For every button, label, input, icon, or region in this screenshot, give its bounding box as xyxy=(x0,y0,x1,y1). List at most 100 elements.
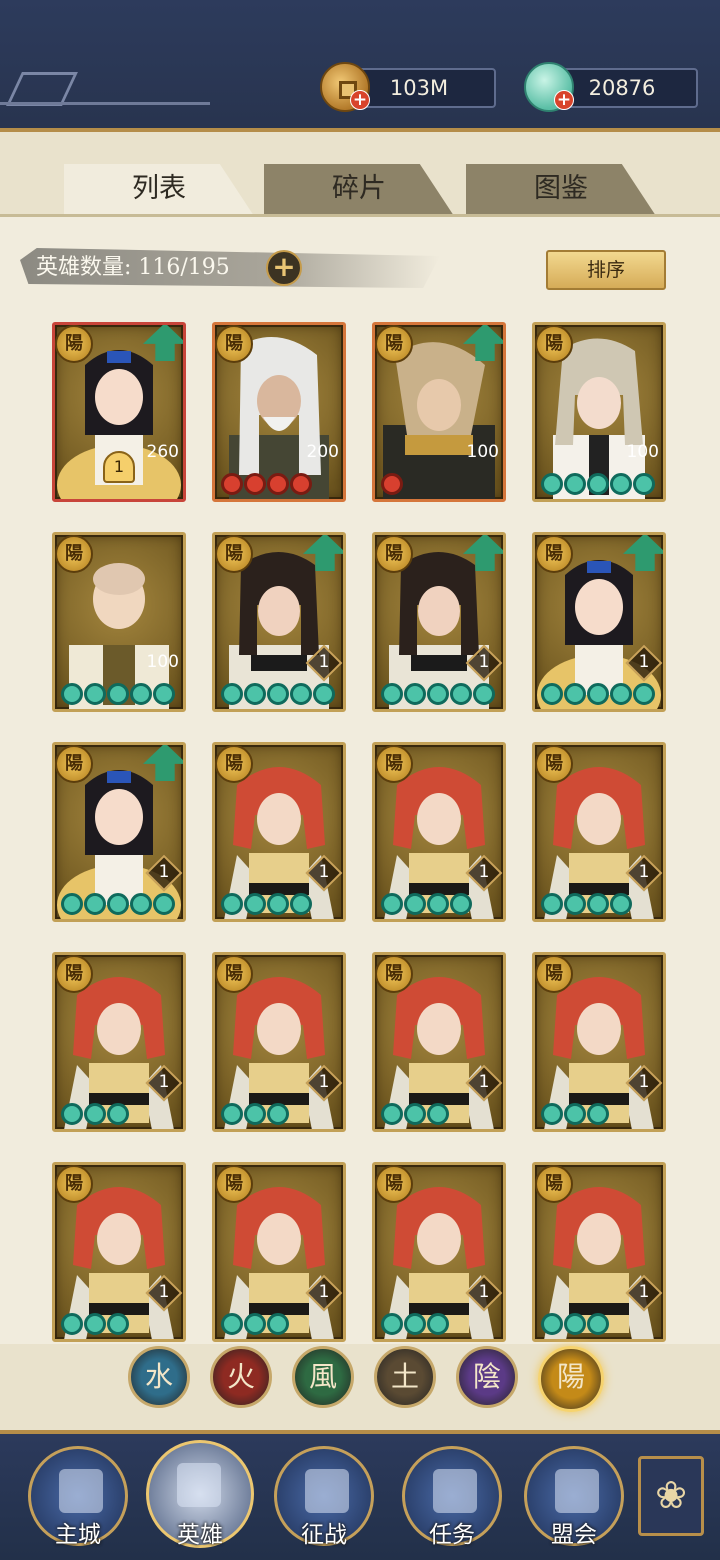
star-icon xyxy=(290,683,312,705)
star-icon xyxy=(427,1103,449,1125)
hero-level: 1 xyxy=(629,857,659,887)
hero-card[interactable]: 陽1 xyxy=(52,952,186,1132)
tab-list[interactable]: 列表 xyxy=(64,164,254,216)
yang-filter-icon[interactable]: 陽 xyxy=(538,1346,604,1412)
hero-card[interactable]: 陽 200 xyxy=(212,322,346,502)
star-icon xyxy=(427,1313,449,1335)
tab-codex[interactable]: 图鉴 xyxy=(466,164,656,216)
star-icon xyxy=(221,473,243,495)
decorative-pattern xyxy=(6,72,78,106)
star-rating xyxy=(221,683,335,705)
star-rating xyxy=(381,893,472,915)
hero-card[interactable]: 陽1 xyxy=(212,952,346,1132)
star-icon xyxy=(130,683,152,705)
fire-filter-icon[interactable]: 火 xyxy=(210,1346,272,1408)
yang-faction-icon: 陽 xyxy=(215,955,253,993)
nav-heroes-label: 英雄 xyxy=(177,1522,223,1548)
hero-card[interactable]: 陽 100 xyxy=(372,322,506,502)
hero-level: 1 xyxy=(309,857,339,887)
nav-quests-label: 任务 xyxy=(429,1522,475,1548)
flower-menu-icon[interactable]: ❀ xyxy=(638,1456,704,1536)
star-icon xyxy=(450,893,472,915)
star-icon xyxy=(404,1103,426,1125)
star-icon xyxy=(290,893,312,915)
star-icon xyxy=(541,1103,563,1125)
hero-card[interactable]: 陽1 xyxy=(52,742,186,922)
star-icon xyxy=(381,893,403,915)
hero-level: 1 xyxy=(629,1277,659,1307)
star-rating xyxy=(381,683,495,705)
yang-faction-icon: 陽 xyxy=(215,325,253,363)
alliance-icon xyxy=(555,1469,599,1513)
element-filter-bar: 水火風土陰陽 xyxy=(128,1346,608,1412)
star-icon xyxy=(473,683,495,705)
star-rating xyxy=(541,1103,609,1125)
star-icon xyxy=(267,893,289,915)
hero-level: 1 xyxy=(309,647,339,677)
hero-card[interactable]: 陽1 xyxy=(52,1162,186,1342)
heroes-icon xyxy=(177,1463,221,1507)
tab-fragments[interactable]: 碎片 xyxy=(264,164,454,216)
tab-codex-label: 图鉴 xyxy=(534,173,588,204)
yin-filter-icon[interactable]: 陰 xyxy=(456,1346,518,1408)
expand-capacity-button[interactable]: + xyxy=(266,250,302,286)
star-icon xyxy=(541,473,563,495)
hero-card[interactable]: 陽1 xyxy=(212,532,346,712)
yang-faction-icon: 陽 xyxy=(535,955,573,993)
hero-card[interactable]: 陽1 xyxy=(212,742,346,922)
star-icon xyxy=(267,683,289,705)
star-icon xyxy=(221,683,243,705)
nav-city-label: 主城 xyxy=(55,1522,101,1548)
hero-card[interactable]: 陽1 xyxy=(532,1162,666,1342)
star-icon xyxy=(244,473,266,495)
hero-card[interactable]: 陽1 xyxy=(372,1162,506,1342)
yang-faction-icon: 陽 xyxy=(535,745,573,783)
hero-level: 1 xyxy=(469,857,499,887)
hero-card[interactable]: 陽1 xyxy=(372,742,506,922)
star-rating xyxy=(61,893,175,915)
star-icon xyxy=(84,893,106,915)
hero-level: 100 xyxy=(146,652,179,672)
star-icon xyxy=(244,1313,266,1335)
hero-card[interactable]: 陽 100 xyxy=(52,532,186,712)
star-icon xyxy=(267,1103,289,1125)
star-rating xyxy=(541,473,655,495)
star-icon xyxy=(290,473,312,495)
add-jade-button[interactable]: + xyxy=(554,90,574,110)
coins-value: 103M xyxy=(389,76,449,100)
hero-level: 1 xyxy=(309,1277,339,1307)
star-icon xyxy=(61,683,83,705)
hero-card[interactable]: 陽 100 xyxy=(532,322,666,502)
star-icon xyxy=(541,683,563,705)
divider xyxy=(0,102,210,105)
yang-faction-icon: 陽 xyxy=(535,325,573,363)
hero-card[interactable]: 陽1 xyxy=(532,742,666,922)
wind-filter-icon[interactable]: 風 xyxy=(292,1346,354,1408)
sort-button[interactable]: 排序 xyxy=(546,250,666,290)
earth-filter-icon[interactable]: 土 xyxy=(374,1346,436,1408)
water-filter-icon[interactable]: 水 xyxy=(128,1346,190,1408)
yang-faction-icon: 陽 xyxy=(55,955,93,993)
hero-card[interactable]: 陽1 xyxy=(532,952,666,1132)
hero-card[interactable]: 陽1 xyxy=(372,952,506,1132)
yang-faction-icon: 陽 xyxy=(55,745,93,783)
star-icon xyxy=(84,683,106,705)
star-rating xyxy=(61,1103,129,1125)
hero-card[interactable]: 陽1 xyxy=(532,532,666,712)
rank-badge: 1 xyxy=(103,451,135,483)
star-icon xyxy=(381,473,403,495)
add-coins-button[interactable]: + xyxy=(350,90,370,110)
hero-level: 100 xyxy=(466,442,499,462)
battle-icon xyxy=(305,1469,349,1513)
hero-level: 1 xyxy=(309,1067,339,1097)
hero-card[interactable]: 陽 260 1 xyxy=(52,322,186,502)
star-icon xyxy=(313,683,335,705)
hero-card[interactable]: 陽1 xyxy=(372,532,506,712)
yang-faction-icon: 陽 xyxy=(375,745,413,783)
star-rating xyxy=(221,893,312,915)
star-icon xyxy=(404,1313,426,1335)
yang-faction-icon: 陽 xyxy=(55,535,93,573)
hero-level: 1 xyxy=(149,1067,179,1097)
hero-card[interactable]: 陽1 xyxy=(212,1162,346,1342)
yang-faction-icon: 陽 xyxy=(375,325,413,363)
